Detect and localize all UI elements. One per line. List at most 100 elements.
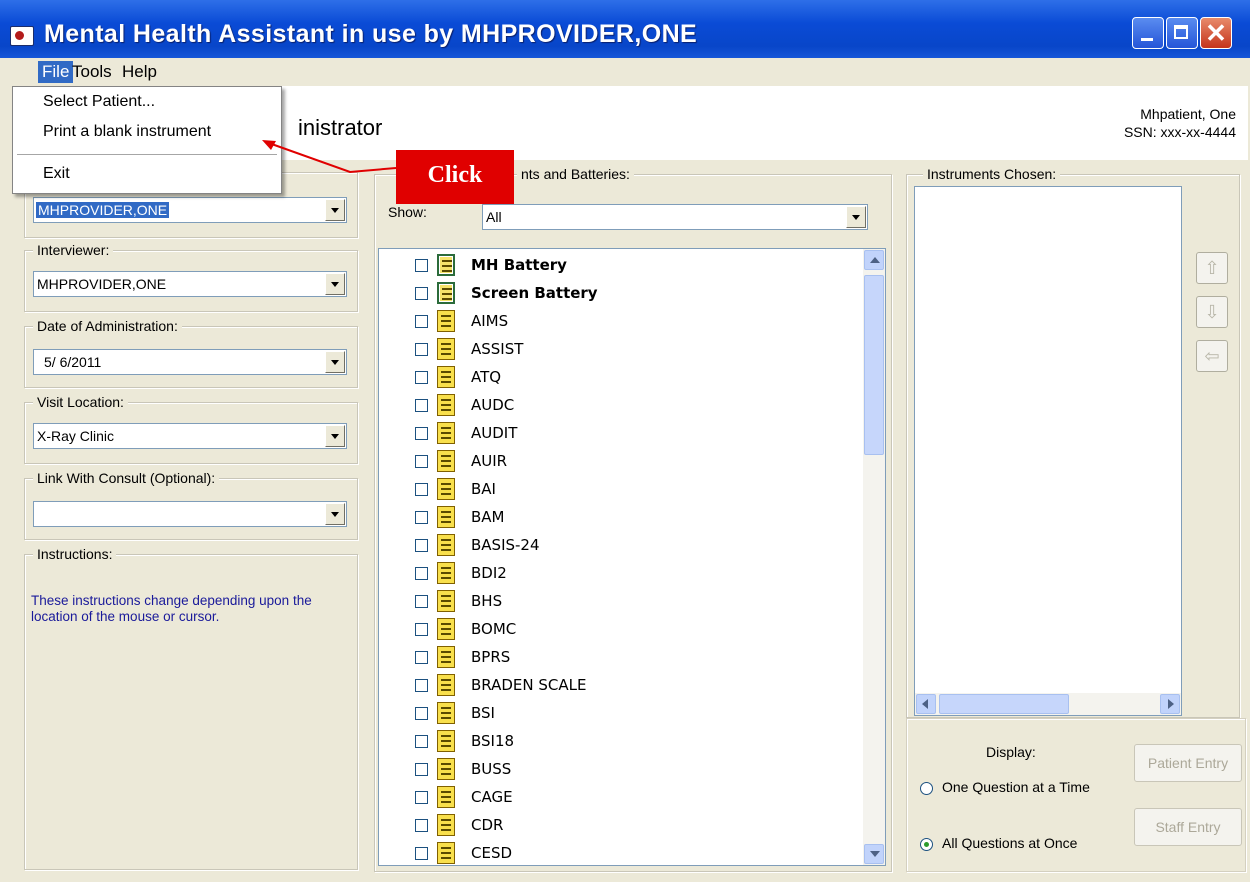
arrow-left-icon: ⇦ [1204, 346, 1220, 366]
checkbox[interactable] [415, 455, 428, 468]
menu-tools[interactable]: Tools [68, 61, 116, 83]
menu-help[interactable]: Help [118, 61, 161, 83]
move-up-button[interactable]: ⇧ [1196, 252, 1228, 284]
list-item-label: BAI [471, 480, 496, 498]
checkbox[interactable] [415, 819, 428, 832]
list-item[interactable]: BASIS-24 [415, 533, 855, 557]
checkbox[interactable] [415, 427, 428, 440]
patient-entry-button[interactable]: Patient Entry [1134, 744, 1242, 782]
list-item[interactable]: CDR [415, 813, 855, 837]
list-item[interactable]: AIMS [415, 309, 855, 333]
close-button[interactable]: ✕ [1200, 17, 1232, 49]
menu-item-select-patient[interactable]: Select Patient... [43, 93, 155, 111]
list-item-label: BRADEN SCALE [471, 676, 587, 694]
remove-button[interactable]: ⇦ [1196, 340, 1228, 372]
list-item[interactable]: BDI2 [415, 561, 855, 585]
checkbox[interactable] [415, 259, 428, 272]
instructions-group: Instructions: These instructions change … [24, 546, 358, 870]
checkbox[interactable] [415, 539, 428, 552]
chosen-list[interactable] [914, 186, 1182, 716]
hscroll-thumb[interactable] [939, 694, 1069, 714]
list-item[interactable]: BUSS [415, 757, 855, 781]
list-item-label: ATQ [471, 368, 502, 386]
checkbox[interactable] [415, 763, 428, 776]
app-icon[interactable] [10, 26, 34, 46]
chevron-down-icon[interactable] [325, 273, 345, 295]
checkbox[interactable] [415, 511, 428, 524]
date-picker[interactable]: 5/ 6/2011 [33, 349, 347, 375]
maximize-button[interactable] [1166, 17, 1198, 49]
chevron-down-icon[interactable] [325, 425, 345, 447]
list-item[interactable]: BOMC [415, 617, 855, 641]
list-item[interactable]: MH Battery [415, 253, 855, 277]
menu-bar: File Tools Help [0, 58, 1250, 84]
checkbox[interactable] [415, 399, 428, 412]
list-item[interactable]: ATQ [415, 365, 855, 389]
interviewer-combo[interactable]: MHPROVIDER,ONE [33, 271, 347, 297]
window-title: Mental Health Assistant in use by MHPROV… [44, 20, 698, 48]
list-item[interactable]: AUDIT [415, 421, 855, 445]
list-item[interactable]: CAGE [415, 785, 855, 809]
checkbox[interactable] [415, 595, 428, 608]
list-item[interactable]: BHS [415, 589, 855, 613]
list-item[interactable]: ASSIST [415, 337, 855, 361]
checkbox[interactable] [415, 707, 428, 720]
list-item-label: BHS [471, 592, 503, 610]
list-item[interactable]: BSI18 [415, 729, 855, 753]
checkbox[interactable] [415, 483, 428, 496]
instruments-list[interactable]: MH Battery Screen Battery AIMS ASSIST ATQ AUD… [378, 248, 886, 866]
list-item[interactable]: BSI [415, 701, 855, 725]
checkbox[interactable] [415, 651, 428, 664]
move-down-button[interactable]: ⇩ [1196, 296, 1228, 328]
checkbox[interactable] [415, 623, 428, 636]
chevron-down-icon[interactable] [325, 199, 345, 221]
radio-all-questions[interactable] [920, 838, 933, 851]
title-bar[interactable]: Mental Health Assistant in use by MHPROV… [0, 0, 1250, 58]
list-item[interactable]: AUIR [415, 449, 855, 473]
staff-entry-button[interactable]: Staff Entry [1134, 808, 1242, 846]
checkbox[interactable] [415, 315, 428, 328]
scroll-up-icon[interactable] [864, 250, 884, 270]
scroll-down-icon[interactable] [864, 844, 884, 864]
location-combo[interactable]: X-Ray Clinic [33, 423, 347, 449]
scroll-right-icon[interactable] [1160, 694, 1180, 714]
list-item[interactable]: BRADEN SCALE [415, 673, 855, 697]
list-item[interactable]: Screen Battery [415, 281, 855, 305]
callout-text: Click [427, 162, 483, 188]
chevron-down-icon[interactable] [325, 351, 345, 373]
chevron-down-icon[interactable] [325, 503, 345, 525]
scroll-left-icon[interactable] [916, 694, 936, 714]
radio-one-question[interactable] [920, 782, 933, 795]
checkbox[interactable] [415, 791, 428, 804]
show-filter-combo[interactable]: All [482, 204, 868, 230]
list-item-label: CESD [471, 844, 513, 862]
application-window: Mental Health Assistant in use by MHPROV… [0, 0, 1250, 882]
instruments-scrollbar[interactable] [863, 249, 885, 865]
ordered-by-combo[interactable]: MHPROVIDER,ONE [33, 197, 347, 223]
checkbox[interactable] [415, 567, 428, 580]
scroll-thumb[interactable] [864, 275, 884, 455]
list-item[interactable]: AUDC [415, 393, 855, 417]
checkbox[interactable] [415, 371, 428, 384]
checkbox[interactable] [415, 847, 428, 860]
list-item[interactable]: BAI [415, 477, 855, 501]
patient-name: Mhpatient, One [1140, 106, 1236, 122]
menu-item-print-blank-instrument[interactable]: Print a blank instrument [43, 123, 211, 141]
checkbox[interactable] [415, 679, 428, 692]
minimize-button[interactable] [1132, 17, 1164, 49]
checkbox[interactable] [415, 343, 428, 356]
list-item[interactable]: BPRS [415, 645, 855, 669]
list-item-label: BAM [471, 508, 505, 526]
checkbox[interactable] [415, 735, 428, 748]
consult-combo[interactable] [33, 501, 347, 527]
chosen-hscrollbar[interactable] [915, 693, 1181, 715]
chosen-label: Instruments Chosen: [923, 166, 1061, 182]
location-label: Visit Location: [33, 394, 128, 410]
chevron-down-icon[interactable] [846, 206, 866, 228]
list-item[interactable]: CESD [415, 841, 855, 865]
list-item-label: BUSS [471, 760, 512, 778]
menu-item-exit[interactable]: Exit [43, 165, 70, 183]
checkbox[interactable] [415, 287, 428, 300]
list-item[interactable]: BAM [415, 505, 855, 529]
radio-all-questions-label: All Questions at Once [942, 835, 1078, 851]
